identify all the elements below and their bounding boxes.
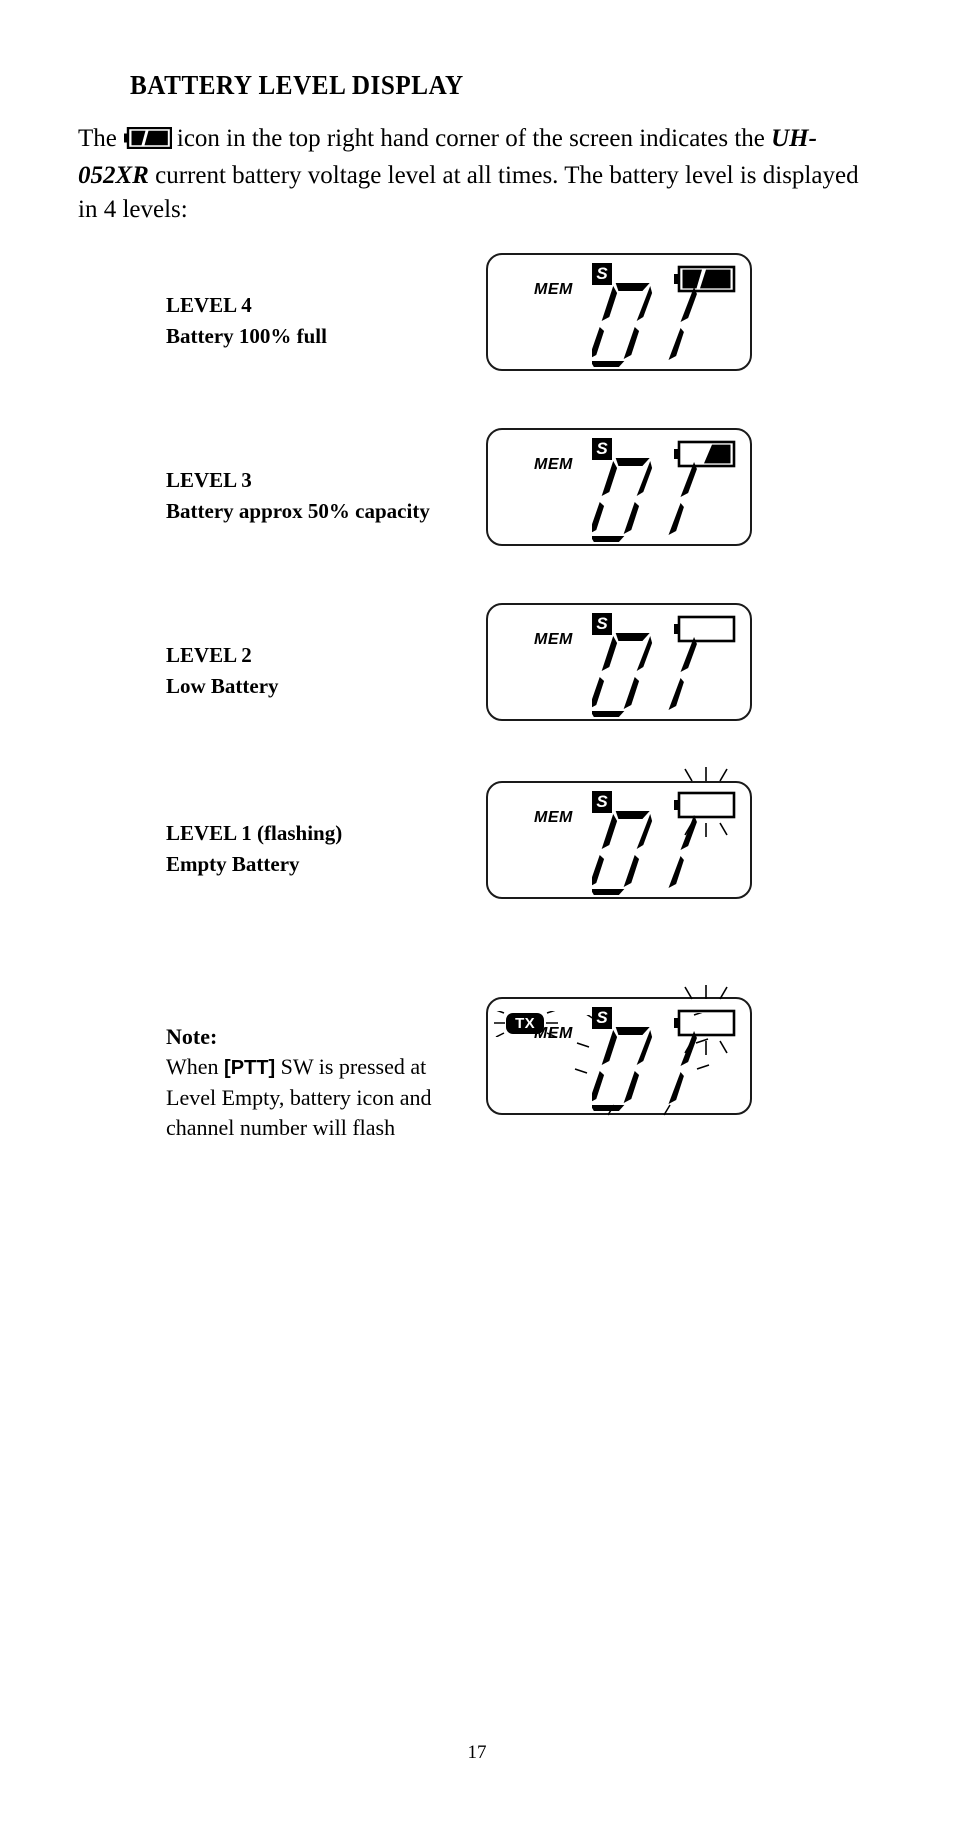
level-1-description: Empty Battery (166, 852, 300, 876)
flash-rays-digits-left-icon (574, 1011, 596, 1096)
note-block: Note: When [PTT] SW is pressed at Level … (166, 1022, 466, 1143)
lcd-mem-label: MEM (534, 1025, 573, 1042)
intro-text-before: The (78, 125, 117, 152)
flash-rays-tx-left-icon (490, 1009, 506, 1042)
level-4-labels: LEVEL 4 Battery 100% full (166, 290, 327, 352)
intro-text-rest: current battery voltage level at all tim… (78, 162, 859, 223)
lcd-mem-label: MEM (534, 809, 573, 826)
intro-text-after: icon in the top right hand corner of the… (176, 125, 765, 152)
ptt-key-label: [PTT] (224, 1057, 276, 1079)
level-2-labels: LEVEL 2 Low Battery (166, 640, 279, 702)
lcd-display-level-1: MEM S (486, 767, 752, 899)
lcd-display-level-2: MEM S (486, 603, 752, 721)
page-title: BATTERY LEVEL DISPLAY (130, 70, 464, 100)
level-4-description: Battery 100% full (166, 324, 327, 348)
level-3-description: Battery approx 50% capacity (166, 499, 430, 523)
level-2-title: LEVEL 2 (166, 643, 252, 667)
battery-full-icon (123, 125, 173, 159)
page-number: 17 (467, 1742, 487, 1763)
note-title: Note: (166, 1024, 218, 1049)
note-text-before: When (166, 1054, 219, 1079)
intro-paragraph: The icon in the top right hand corner of… (78, 122, 878, 227)
lcd-channel-digits-level-4 (588, 281, 742, 369)
flash-rays-battery-top-icon (674, 761, 736, 788)
flash-rays-digits-bottom-icon (607, 1103, 698, 1128)
lcd-channel-digits-level-2 (588, 631, 742, 719)
level-3-title: LEVEL 3 (166, 468, 252, 492)
flash-rays-battery-top-icon (674, 979, 736, 1006)
lcd-mem-label: MEM (534, 456, 573, 473)
level-1-title: LEVEL 1 (flashing) (166, 821, 343, 845)
lcd-display-level-4: MEM S (486, 253, 752, 371)
level-1-labels: LEVEL 1 (flashing) Empty Battery (166, 818, 342, 880)
level-4-title: LEVEL 4 (166, 293, 252, 317)
lcd-channel-digits-level-1 (588, 809, 742, 897)
lcd-mem-label: MEM (534, 631, 573, 648)
lcd-channel-digits-level-3 (588, 456, 742, 544)
lcd-channel-digits-note (588, 1025, 742, 1113)
note-body: When [PTT] SW is pressed at Level Empty,… (166, 1052, 466, 1143)
lcd-display-level-3: MEM S (486, 428, 752, 546)
level-2-description: Low Battery (166, 674, 279, 698)
lcd-mem-label: MEM (534, 281, 573, 298)
document-page: BATTERY LEVEL DISPLAY The icon in the to… (0, 0, 954, 1826)
lcd-display-note: TX MEM S (486, 985, 752, 1116)
level-3-labels: LEVEL 3 Battery approx 50% capacity (166, 465, 430, 527)
flash-rays-digits-right-icon (692, 1010, 718, 1094)
